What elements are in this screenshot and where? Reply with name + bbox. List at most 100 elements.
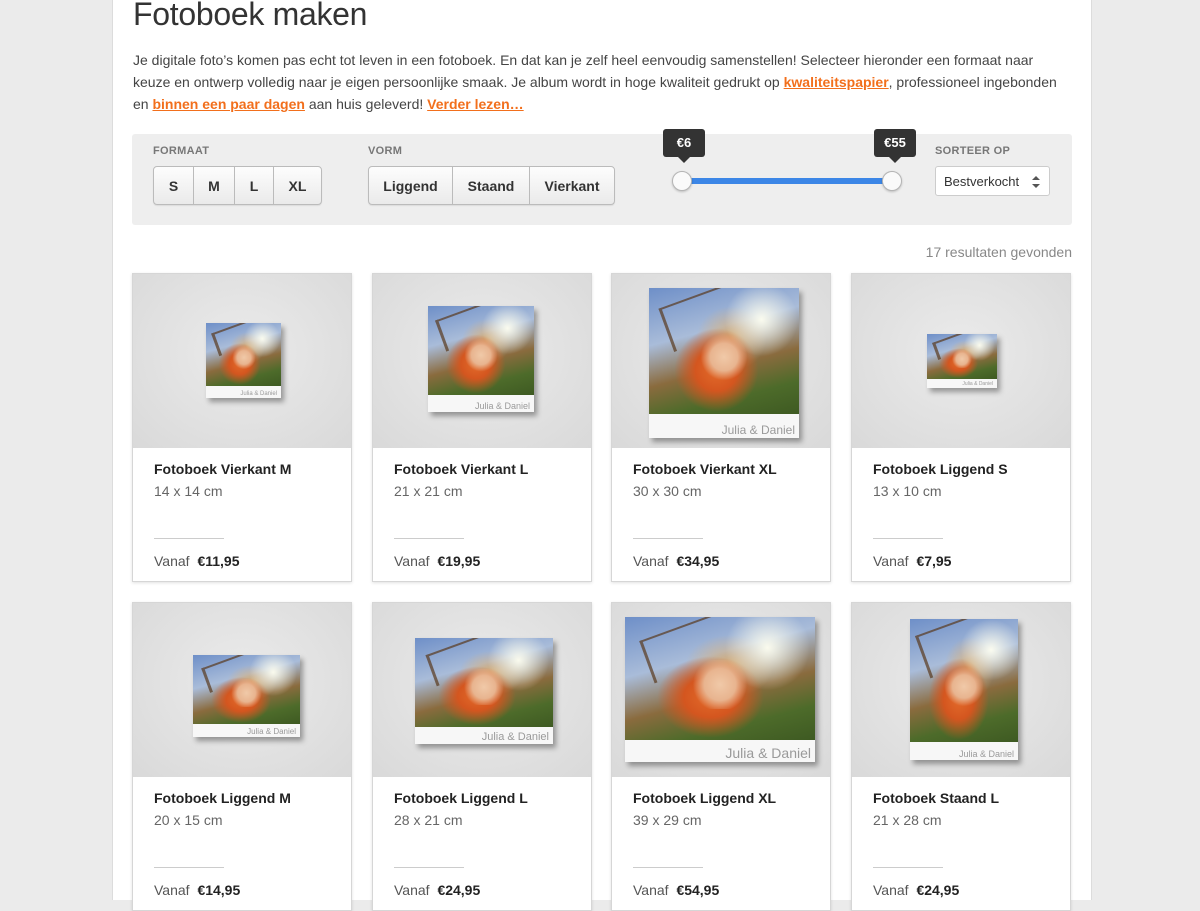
product-card[interactable]: Julia & Daniel Fotoboek Liggend S 13 x 1…: [851, 273, 1071, 582]
product-size: 28 x 21 cm: [394, 812, 463, 828]
price-prefix: Vanaf: [633, 553, 669, 569]
formaat-label: FORMAAT: [153, 145, 210, 157]
divider: [873, 538, 943, 539]
product-card[interactable]: Julia & Daniel Fotoboek Vierkant XL 30 x…: [611, 273, 831, 582]
divider: [394, 538, 464, 539]
link-delivery[interactable]: binnen een paar dagen: [152, 96, 304, 112]
cover-text: Julia & Daniel: [725, 745, 811, 761]
price-prefix: Vanaf: [154, 882, 190, 898]
product-price: Vanaf €14,95: [154, 882, 240, 898]
vorm-button-group: Liggend Staand Vierkant: [368, 166, 615, 205]
product-image: Julia & Daniel: [612, 603, 830, 777]
price-prefix: Vanaf: [394, 882, 430, 898]
product-price: Vanaf €54,95: [633, 882, 719, 898]
page-container: Fotoboek maken Je digitale foto’s komen …: [112, 0, 1092, 911]
divider: [873, 867, 943, 868]
price-max-tooltip: €55: [874, 129, 916, 163]
product-price: Vanaf €11,95: [154, 553, 240, 569]
product-image: Julia & Daniel: [852, 603, 1070, 777]
divider: [633, 867, 703, 868]
product-name: Fotoboek Vierkant M: [154, 461, 292, 477]
cover-text: Julia & Daniel: [240, 391, 277, 397]
product-size: 21 x 21 cm: [394, 483, 463, 499]
sort-label: SORTEER OP: [935, 145, 1011, 157]
price-range-slider[interactable]: [681, 178, 891, 184]
formaat-l-button[interactable]: L: [235, 167, 274, 204]
product-image: Julia & Daniel: [852, 274, 1070, 448]
product-size: 39 x 29 cm: [633, 812, 702, 828]
book-cover: Julia & Daniel: [927, 334, 997, 388]
cover-text: Julia & Daniel: [958, 749, 1014, 759]
price-value: €34,95: [676, 553, 720, 569]
cover-text: Julia & Daniel: [721, 423, 795, 437]
price-value: €24,95: [916, 882, 960, 898]
product-card[interactable]: Julia & Daniel Fotoboek Liggend L 28 x 2…: [372, 602, 592, 911]
book-cover: Julia & Daniel: [625, 617, 815, 762]
product-size: 20 x 15 cm: [154, 812, 223, 828]
product-price: Vanaf €19,95: [394, 553, 480, 569]
product-image: Julia & Daniel: [612, 274, 830, 448]
sort-select[interactable]: Bestverkocht: [935, 166, 1050, 196]
cover-text: Julia & Daniel: [962, 381, 993, 387]
price-value: €19,95: [437, 553, 481, 569]
sort-selected-value: Bestverkocht: [944, 174, 1020, 189]
formaat-s-button[interactable]: S: [154, 167, 194, 204]
product-image: Julia & Daniel: [133, 274, 351, 448]
product-name: Fotoboek Vierkant XL: [633, 461, 777, 477]
book-cover: Julia & Daniel: [649, 288, 799, 438]
divider: [394, 867, 464, 868]
price-min-handle[interactable]: [672, 171, 692, 191]
product-size: 21 x 28 cm: [873, 812, 942, 828]
product-name: Fotoboek Liggend M: [154, 790, 291, 806]
price-max-handle[interactable]: [882, 171, 902, 191]
product-card[interactable]: Julia & Daniel Fotoboek Liggend M 20 x 1…: [132, 602, 352, 911]
product-name: Fotoboek Liggend L: [394, 790, 528, 806]
divider: [154, 538, 224, 539]
product-card[interactable]: Julia & Daniel Fotoboek Staand L 21 x 28…: [851, 602, 1071, 911]
book-cover: Julia & Daniel: [415, 638, 553, 744]
price-prefix: Vanaf: [873, 882, 909, 898]
intro-part-3: aan huis geleverd!: [304, 96, 428, 112]
product-size: 13 x 10 cm: [873, 483, 942, 499]
product-price: Vanaf €34,95: [633, 553, 719, 569]
price-value: €7,95: [916, 553, 952, 569]
book-cover: Julia & Daniel: [910, 619, 1018, 760]
cover-text: Julia & Daniel: [481, 731, 549, 743]
filter-bar: FORMAAT S M L XL VORM Liggend Staand Vie…: [132, 129, 1072, 225]
cover-text: Julia & Daniel: [474, 401, 530, 411]
price-prefix: Vanaf: [633, 882, 669, 898]
link-kwaliteitspapier[interactable]: kwaliteitspapier: [784, 74, 889, 90]
product-name: Fotoboek Liggend XL: [633, 790, 777, 806]
book-cover: Julia & Daniel: [193, 655, 300, 737]
product-price: Vanaf €7,95: [873, 553, 951, 569]
price-value: €24,95: [437, 882, 481, 898]
price-prefix: Vanaf: [873, 553, 909, 569]
link-read-more[interactable]: Verder lezen…: [427, 96, 524, 112]
results-count: 17 resultaten gevonden: [925, 244, 1072, 260]
vorm-liggend-button[interactable]: Liggend: [369, 167, 453, 204]
formaat-xl-button[interactable]: XL: [274, 167, 321, 204]
formaat-m-button[interactable]: M: [194, 167, 235, 204]
vorm-label: VORM: [368, 145, 403, 157]
vorm-staand-button[interactable]: Staand: [453, 167, 530, 204]
product-card[interactable]: Julia & Daniel Fotoboek Liggend XL 39 x …: [611, 602, 831, 911]
price-value: €14,95: [197, 882, 241, 898]
product-name: Fotoboek Vierkant L: [394, 461, 529, 477]
product-card[interactable]: Julia & Daniel Fotoboek Vierkant L 21 x …: [372, 273, 592, 582]
product-image: Julia & Daniel: [373, 603, 591, 777]
price-min-tooltip: €6: [663, 129, 705, 163]
page-title: Fotoboek maken: [133, 0, 368, 32]
product-size: 14 x 14 cm: [154, 483, 223, 499]
price-prefix: Vanaf: [394, 553, 430, 569]
formaat-button-group: S M L XL: [153, 166, 322, 205]
product-price: Vanaf €24,95: [394, 882, 480, 898]
divider: [154, 867, 224, 868]
product-image: Julia & Daniel: [133, 603, 351, 777]
product-name: Fotoboek Liggend S: [873, 461, 1008, 477]
divider: [633, 538, 703, 539]
product-name: Fotoboek Staand L: [873, 790, 999, 806]
vorm-vierkant-button[interactable]: Vierkant: [530, 167, 614, 204]
cover-text: Julia & Daniel: [247, 727, 296, 736]
book-cover: Julia & Daniel: [206, 323, 281, 398]
product-card[interactable]: Julia & Daniel Fotoboek Vierkant M 14 x …: [132, 273, 352, 582]
